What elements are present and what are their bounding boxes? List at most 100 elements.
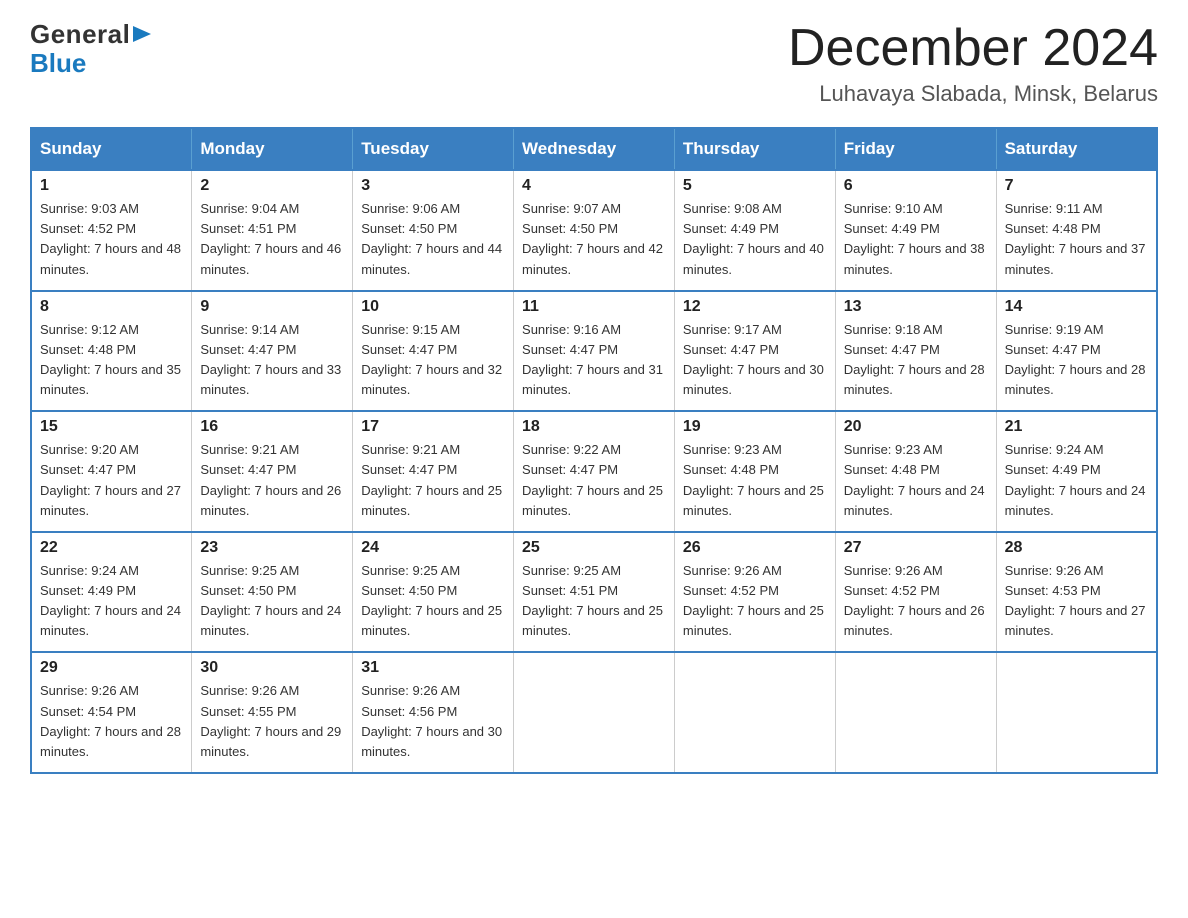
day-info: Sunrise: 9:14 AMSunset: 4:47 PMDaylight:… <box>200 320 344 401</box>
day-number: 31 <box>361 659 505 677</box>
calendar-day-cell: 3 Sunrise: 9:06 AMSunset: 4:50 PMDayligh… <box>353 170 514 291</box>
calendar-day-cell: 17 Sunrise: 9:21 AMSunset: 4:47 PMDaylig… <box>353 411 514 532</box>
day-number: 29 <box>40 659 183 677</box>
day-number: 17 <box>361 418 505 436</box>
day-info: Sunrise: 9:22 AMSunset: 4:47 PMDaylight:… <box>522 440 666 521</box>
day-info: Sunrise: 9:08 AMSunset: 4:49 PMDaylight:… <box>683 199 827 280</box>
day-info: Sunrise: 9:26 AMSunset: 4:55 PMDaylight:… <box>200 681 344 762</box>
day-number: 21 <box>1005 418 1148 436</box>
day-of-week-header: Wednesday <box>514 128 675 170</box>
day-of-week-header: Tuesday <box>353 128 514 170</box>
day-info: Sunrise: 9:10 AMSunset: 4:49 PMDaylight:… <box>844 199 988 280</box>
calendar-day-cell <box>674 652 835 773</box>
day-info: Sunrise: 9:21 AMSunset: 4:47 PMDaylight:… <box>200 440 344 521</box>
logo-triangle-icon <box>133 23 151 47</box>
calendar-week-row: 15 Sunrise: 9:20 AMSunset: 4:47 PMDaylig… <box>31 411 1157 532</box>
day-info: Sunrise: 9:04 AMSunset: 4:51 PMDaylight:… <box>200 199 344 280</box>
calendar-week-row: 22 Sunrise: 9:24 AMSunset: 4:49 PMDaylig… <box>31 532 1157 653</box>
calendar-day-cell: 19 Sunrise: 9:23 AMSunset: 4:48 PMDaylig… <box>674 411 835 532</box>
day-of-week-header: Saturday <box>996 128 1157 170</box>
day-of-week-header: Friday <box>835 128 996 170</box>
day-number: 3 <box>361 177 505 195</box>
calendar-table: SundayMondayTuesdayWednesdayThursdayFrid… <box>30 127 1158 774</box>
day-number: 13 <box>844 298 988 316</box>
day-number: 12 <box>683 298 827 316</box>
day-number: 6 <box>844 177 988 195</box>
calendar-day-cell: 27 Sunrise: 9:26 AMSunset: 4:52 PMDaylig… <box>835 532 996 653</box>
day-number: 14 <box>1005 298 1148 316</box>
day-number: 24 <box>361 539 505 557</box>
calendar-day-cell: 30 Sunrise: 9:26 AMSunset: 4:55 PMDaylig… <box>192 652 353 773</box>
day-info: Sunrise: 9:24 AMSunset: 4:49 PMDaylight:… <box>1005 440 1148 521</box>
day-number: 4 <box>522 177 666 195</box>
day-of-week-header: Monday <box>192 128 353 170</box>
day-of-week-header: Sunday <box>31 128 192 170</box>
day-info: Sunrise: 9:26 AMSunset: 4:52 PMDaylight:… <box>683 561 827 642</box>
day-number: 8 <box>40 298 183 316</box>
day-number: 23 <box>200 539 344 557</box>
day-number: 26 <box>683 539 827 557</box>
day-info: Sunrise: 9:17 AMSunset: 4:47 PMDaylight:… <box>683 320 827 401</box>
day-info: Sunrise: 9:25 AMSunset: 4:51 PMDaylight:… <box>522 561 666 642</box>
day-info: Sunrise: 9:26 AMSunset: 4:52 PMDaylight:… <box>844 561 988 642</box>
day-number: 5 <box>683 177 827 195</box>
calendar-header-row: SundayMondayTuesdayWednesdayThursdayFrid… <box>31 128 1157 170</box>
day-number: 30 <box>200 659 344 677</box>
calendar-day-cell: 7 Sunrise: 9:11 AMSunset: 4:48 PMDayligh… <box>996 170 1157 291</box>
calendar-day-cell: 12 Sunrise: 9:17 AMSunset: 4:47 PMDaylig… <box>674 291 835 412</box>
title-block: December 2024 Luhavaya Slabada, Minsk, B… <box>788 20 1158 107</box>
day-info: Sunrise: 9:06 AMSunset: 4:50 PMDaylight:… <box>361 199 505 280</box>
day-info: Sunrise: 9:03 AMSunset: 4:52 PMDaylight:… <box>40 199 183 280</box>
calendar-day-cell: 31 Sunrise: 9:26 AMSunset: 4:56 PMDaylig… <box>353 652 514 773</box>
calendar-day-cell: 1 Sunrise: 9:03 AMSunset: 4:52 PMDayligh… <box>31 170 192 291</box>
calendar-day-cell: 5 Sunrise: 9:08 AMSunset: 4:49 PMDayligh… <box>674 170 835 291</box>
calendar-day-cell: 4 Sunrise: 9:07 AMSunset: 4:50 PMDayligh… <box>514 170 675 291</box>
day-info: Sunrise: 9:19 AMSunset: 4:47 PMDaylight:… <box>1005 320 1148 401</box>
day-info: Sunrise: 9:24 AMSunset: 4:49 PMDaylight:… <box>40 561 183 642</box>
calendar-day-cell: 11 Sunrise: 9:16 AMSunset: 4:47 PMDaylig… <box>514 291 675 412</box>
day-number: 22 <box>40 539 183 557</box>
day-number: 11 <box>522 298 666 316</box>
day-info: Sunrise: 9:23 AMSunset: 4:48 PMDaylight:… <box>844 440 988 521</box>
day-number: 10 <box>361 298 505 316</box>
logo-general: General <box>30 20 130 49</box>
logo-blue: Blue <box>30 48 86 78</box>
day-number: 19 <box>683 418 827 436</box>
day-number: 1 <box>40 177 183 195</box>
day-info: Sunrise: 9:25 AMSunset: 4:50 PMDaylight:… <box>200 561 344 642</box>
day-number: 28 <box>1005 539 1148 557</box>
calendar-week-row: 29 Sunrise: 9:26 AMSunset: 4:54 PMDaylig… <box>31 652 1157 773</box>
day-number: 16 <box>200 418 344 436</box>
day-info: Sunrise: 9:26 AMSunset: 4:54 PMDaylight:… <box>40 681 183 762</box>
page-header: General Blue December 2024 Luhavaya Slab… <box>30 20 1158 107</box>
calendar-day-cell: 2 Sunrise: 9:04 AMSunset: 4:51 PMDayligh… <box>192 170 353 291</box>
calendar-day-cell: 26 Sunrise: 9:26 AMSunset: 4:52 PMDaylig… <box>674 532 835 653</box>
day-info: Sunrise: 9:15 AMSunset: 4:47 PMDaylight:… <box>361 320 505 401</box>
day-info: Sunrise: 9:26 AMSunset: 4:56 PMDaylight:… <box>361 681 505 762</box>
calendar-day-cell: 22 Sunrise: 9:24 AMSunset: 4:49 PMDaylig… <box>31 532 192 653</box>
calendar-day-cell: 15 Sunrise: 9:20 AMSunset: 4:47 PMDaylig… <box>31 411 192 532</box>
calendar-day-cell: 21 Sunrise: 9:24 AMSunset: 4:49 PMDaylig… <box>996 411 1157 532</box>
calendar-week-row: 8 Sunrise: 9:12 AMSunset: 4:48 PMDayligh… <box>31 291 1157 412</box>
day-number: 15 <box>40 418 183 436</box>
calendar-day-cell: 13 Sunrise: 9:18 AMSunset: 4:47 PMDaylig… <box>835 291 996 412</box>
day-number: 18 <box>522 418 666 436</box>
day-number: 27 <box>844 539 988 557</box>
calendar-day-cell: 8 Sunrise: 9:12 AMSunset: 4:48 PMDayligh… <box>31 291 192 412</box>
day-number: 25 <box>522 539 666 557</box>
calendar-day-cell <box>996 652 1157 773</box>
calendar-day-cell <box>835 652 996 773</box>
day-info: Sunrise: 9:18 AMSunset: 4:47 PMDaylight:… <box>844 320 988 401</box>
calendar-day-cell: 18 Sunrise: 9:22 AMSunset: 4:47 PMDaylig… <box>514 411 675 532</box>
calendar-day-cell: 6 Sunrise: 9:10 AMSunset: 4:49 PMDayligh… <box>835 170 996 291</box>
day-info: Sunrise: 9:23 AMSunset: 4:48 PMDaylight:… <box>683 440 827 521</box>
calendar-day-cell: 9 Sunrise: 9:14 AMSunset: 4:47 PMDayligh… <box>192 291 353 412</box>
calendar-day-cell: 29 Sunrise: 9:26 AMSunset: 4:54 PMDaylig… <box>31 652 192 773</box>
calendar-day-cell: 24 Sunrise: 9:25 AMSunset: 4:50 PMDaylig… <box>353 532 514 653</box>
day-of-week-header: Thursday <box>674 128 835 170</box>
day-info: Sunrise: 9:11 AMSunset: 4:48 PMDaylight:… <box>1005 199 1148 280</box>
location-subtitle: Luhavaya Slabada, Minsk, Belarus <box>788 81 1158 107</box>
day-number: 9 <box>200 298 344 316</box>
day-info: Sunrise: 9:12 AMSunset: 4:48 PMDaylight:… <box>40 320 183 401</box>
calendar-day-cell: 14 Sunrise: 9:19 AMSunset: 4:47 PMDaylig… <box>996 291 1157 412</box>
